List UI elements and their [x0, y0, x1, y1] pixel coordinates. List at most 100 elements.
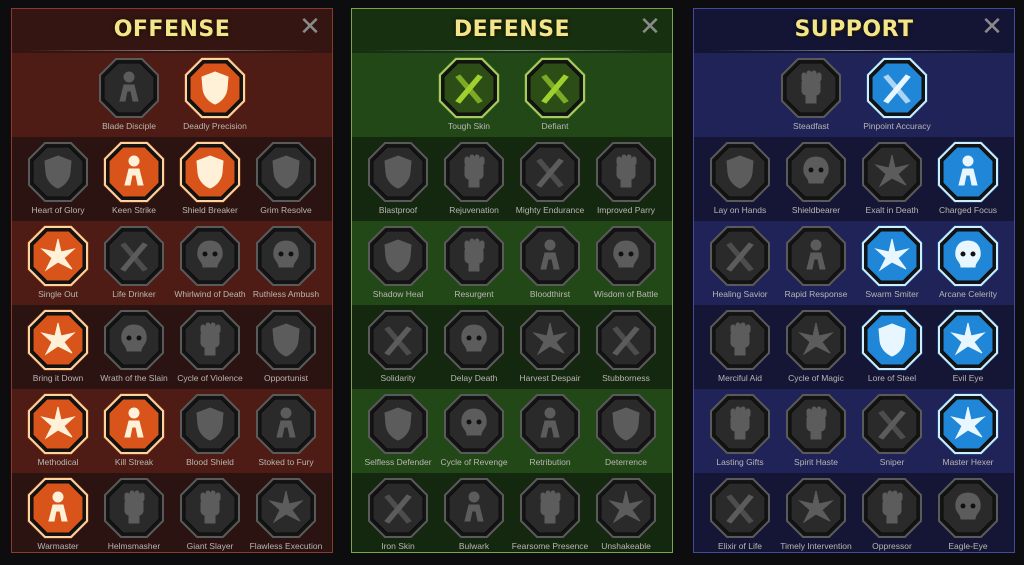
skill-iron-skin[interactable]: Iron Skin — [361, 473, 435, 552]
runner-icon — [937, 225, 999, 287]
heart-plus-icon — [780, 57, 842, 119]
skill-spirit-haste[interactable]: Spirit Haste — [779, 389, 853, 468]
skill-pinpoint-accuracy[interactable]: Pinpoint Accuracy — [860, 53, 934, 132]
skill-life-drinker[interactable]: Life Drinker — [97, 221, 171, 300]
skill-bring-it-down[interactable]: Bring it Down — [21, 305, 95, 384]
crossed-swords-icon — [98, 57, 160, 119]
skill-row: Elixir of Life Timely Intervention Oppress… — [694, 473, 1014, 552]
skill-merciful-aid[interactable]: Merciful Aid — [703, 305, 777, 384]
axe-cycle-icon — [179, 309, 241, 371]
skill-kill-streak[interactable]: Kill Streak — [97, 389, 171, 468]
skill-label: Keen Strike — [112, 205, 156, 215]
skill-oppressor[interactable]: Oppressor — [855, 473, 929, 552]
iron-warrior-icon — [367, 477, 429, 539]
skill-exalt-in-death[interactable]: Exalt in Death — [855, 137, 929, 216]
skill-evil-eye[interactable]: Evil Eye — [931, 305, 1005, 384]
skill-steadfast[interactable]: Steadfast — [774, 53, 848, 132]
skill-defiant[interactable]: Defiant — [518, 53, 592, 132]
skill-row: Tough Skin Defiant — [352, 53, 672, 137]
skill-row: Shadow Heal Resurgent Bloodthirst Wisdom of… — [352, 221, 672, 305]
skill-shieldbearer[interactable]: Shieldbearer — [779, 137, 853, 216]
skill-bulwark[interactable]: Bulwark — [437, 473, 511, 552]
skill-label: Improved Parry — [596, 205, 656, 215]
skill-mighty-endurance[interactable]: Mighty Endurance — [513, 137, 587, 216]
skill-tough-skin[interactable]: Tough Skin — [432, 53, 506, 132]
skill-shield-breaker[interactable]: Shield Breaker — [173, 137, 247, 216]
skill-label: Lore of Steel — [867, 373, 917, 383]
skill-shadow-heal[interactable]: Shadow Heal — [361, 221, 435, 300]
voodoo-icon — [937, 393, 999, 455]
armored-figure-icon — [519, 141, 581, 203]
panel-title: OFFENSE — [113, 17, 231, 42]
skill-cycle-of-revenge[interactable]: Cycle of Revenge — [437, 389, 511, 468]
close-icon[interactable]: ✕ — [980, 13, 1004, 39]
skill-whirlwind-of-death[interactable]: Whirlwind of Death — [173, 221, 247, 300]
skill-rejuvenation[interactable]: Rejuvenation — [437, 137, 511, 216]
panel-header: OFFENSE ✕ — [12, 9, 332, 53]
skill-label: Flawless Execution — [249, 541, 323, 551]
skill-ruthless-ambush[interactable]: Ruthless Ambush — [249, 221, 323, 300]
skill-label: Pinpoint Accuracy — [863, 121, 931, 131]
rage-figure-icon — [255, 393, 317, 455]
skill-label: Selfless Defender — [364, 457, 432, 467]
skill-keen-strike[interactable]: Keen Strike — [97, 137, 171, 216]
skill-methodical[interactable]: Methodical — [21, 389, 95, 468]
skill-retribution[interactable]: Retribution — [513, 389, 587, 468]
skill-sniper[interactable]: Sniper — [855, 389, 929, 468]
skill-fearsome-presence[interactable]: Fearsome Presence — [512, 473, 588, 552]
skill-label: Life Drinker — [112, 289, 156, 299]
skill-label: Elixir of Life — [718, 541, 762, 551]
skill-stoked-to-fury[interactable]: Stoked to Fury — [249, 389, 323, 468]
skill-row: Single Out Life Drinker Whirlwind of Death… — [12, 221, 332, 305]
skill-charged-focus[interactable]: Charged Focus — [931, 137, 1005, 216]
skill-deterrence[interactable]: Deterrence — [589, 389, 663, 468]
skill-label: Spirit Haste — [794, 457, 838, 467]
skill-unshakeable[interactable]: Unshakeable — [589, 473, 663, 552]
skill-lore-of-steel[interactable]: Lore of Steel — [855, 305, 929, 384]
skill-bloodthirst[interactable]: Bloodthirst — [513, 221, 587, 300]
skill-lay-on-hands[interactable]: Lay on Hands — [703, 137, 777, 216]
offense-panel: OFFENSE ✕ Blade Disciple Deadly Precision… — [11, 8, 333, 553]
skill-resurgent[interactable]: Resurgent — [437, 221, 511, 300]
drops-icon — [443, 393, 505, 455]
skill-eagle-eye[interactable]: Eagle-Eye — [931, 473, 1005, 552]
burst-icon — [27, 393, 89, 455]
sword-shield-icon — [179, 393, 241, 455]
skill-lasting-gifts[interactable]: Lasting Gifts — [703, 389, 777, 468]
skill-deadly-precision[interactable]: Deadly Precision — [178, 53, 252, 132]
panel-header: SUPPORT ✕ — [694, 9, 1014, 53]
skill-rapid-response[interactable]: Rapid Response — [779, 221, 853, 300]
skill-grim-resolve[interactable]: Grim Resolve — [249, 137, 323, 216]
skill-arcane-celerity[interactable]: Arcane Celerity — [931, 221, 1005, 300]
skill-cycle-of-violence[interactable]: Cycle of Violence — [173, 305, 247, 384]
skill-giant-slayer[interactable]: Giant Slayer — [173, 473, 247, 552]
skill-blade-disciple[interactable]: Blade Disciple — [92, 53, 166, 132]
skill-cycle-of-magic[interactable]: Cycle of Magic — [779, 305, 853, 384]
header-divider — [708, 50, 1000, 51]
skill-elixir-of-life[interactable]: Elixir of Life — [703, 473, 777, 552]
skill-opportunist[interactable]: Opportunist — [249, 305, 323, 384]
skill-single-out[interactable]: Single Out — [21, 221, 95, 300]
skill-helmsmasher[interactable]: Helmsmasher — [97, 473, 171, 552]
skill-improved-parry[interactable]: Improved Parry — [589, 137, 663, 216]
skill-timely-intervention[interactable]: Timely Intervention — [779, 473, 853, 552]
skill-flawless-execution[interactable]: Flawless Execution — [249, 473, 323, 552]
close-icon[interactable]: ✕ — [298, 13, 322, 39]
skill-harvest-despair[interactable]: Harvest Despair — [513, 305, 587, 384]
skill-blood-shield[interactable]: Blood Shield — [173, 389, 247, 468]
skill-solidarity[interactable]: Solidarity — [361, 305, 435, 384]
skill-swarm-smiter[interactable]: Swarm Smiter — [855, 221, 929, 300]
skill-master-hexer[interactable]: Master Hexer — [931, 389, 1005, 468]
skill-blastproof[interactable]: Blastproof — [361, 137, 435, 216]
skill-heart-of-glory[interactable]: Heart of Glory — [21, 137, 95, 216]
skill-delay-death[interactable]: Delay Death — [437, 305, 511, 384]
close-icon[interactable]: ✕ — [638, 13, 662, 39]
skill-stubborness[interactable]: Stubborness — [589, 305, 663, 384]
skill-selfless-defender[interactable]: Selfless Defender — [361, 389, 435, 468]
skill-wrath-of-the-slain[interactable]: Wrath of the Slain — [97, 305, 171, 384]
skill-healing-savior[interactable]: Healing Savior — [703, 221, 777, 300]
skill-label: Exalt in Death — [865, 205, 919, 215]
skill-label: Oppressor — [872, 541, 912, 551]
skill-warmaster[interactable]: Warmaster — [21, 473, 95, 552]
skill-wisdom-of-battle[interactable]: Wisdom of Battle — [589, 221, 663, 300]
